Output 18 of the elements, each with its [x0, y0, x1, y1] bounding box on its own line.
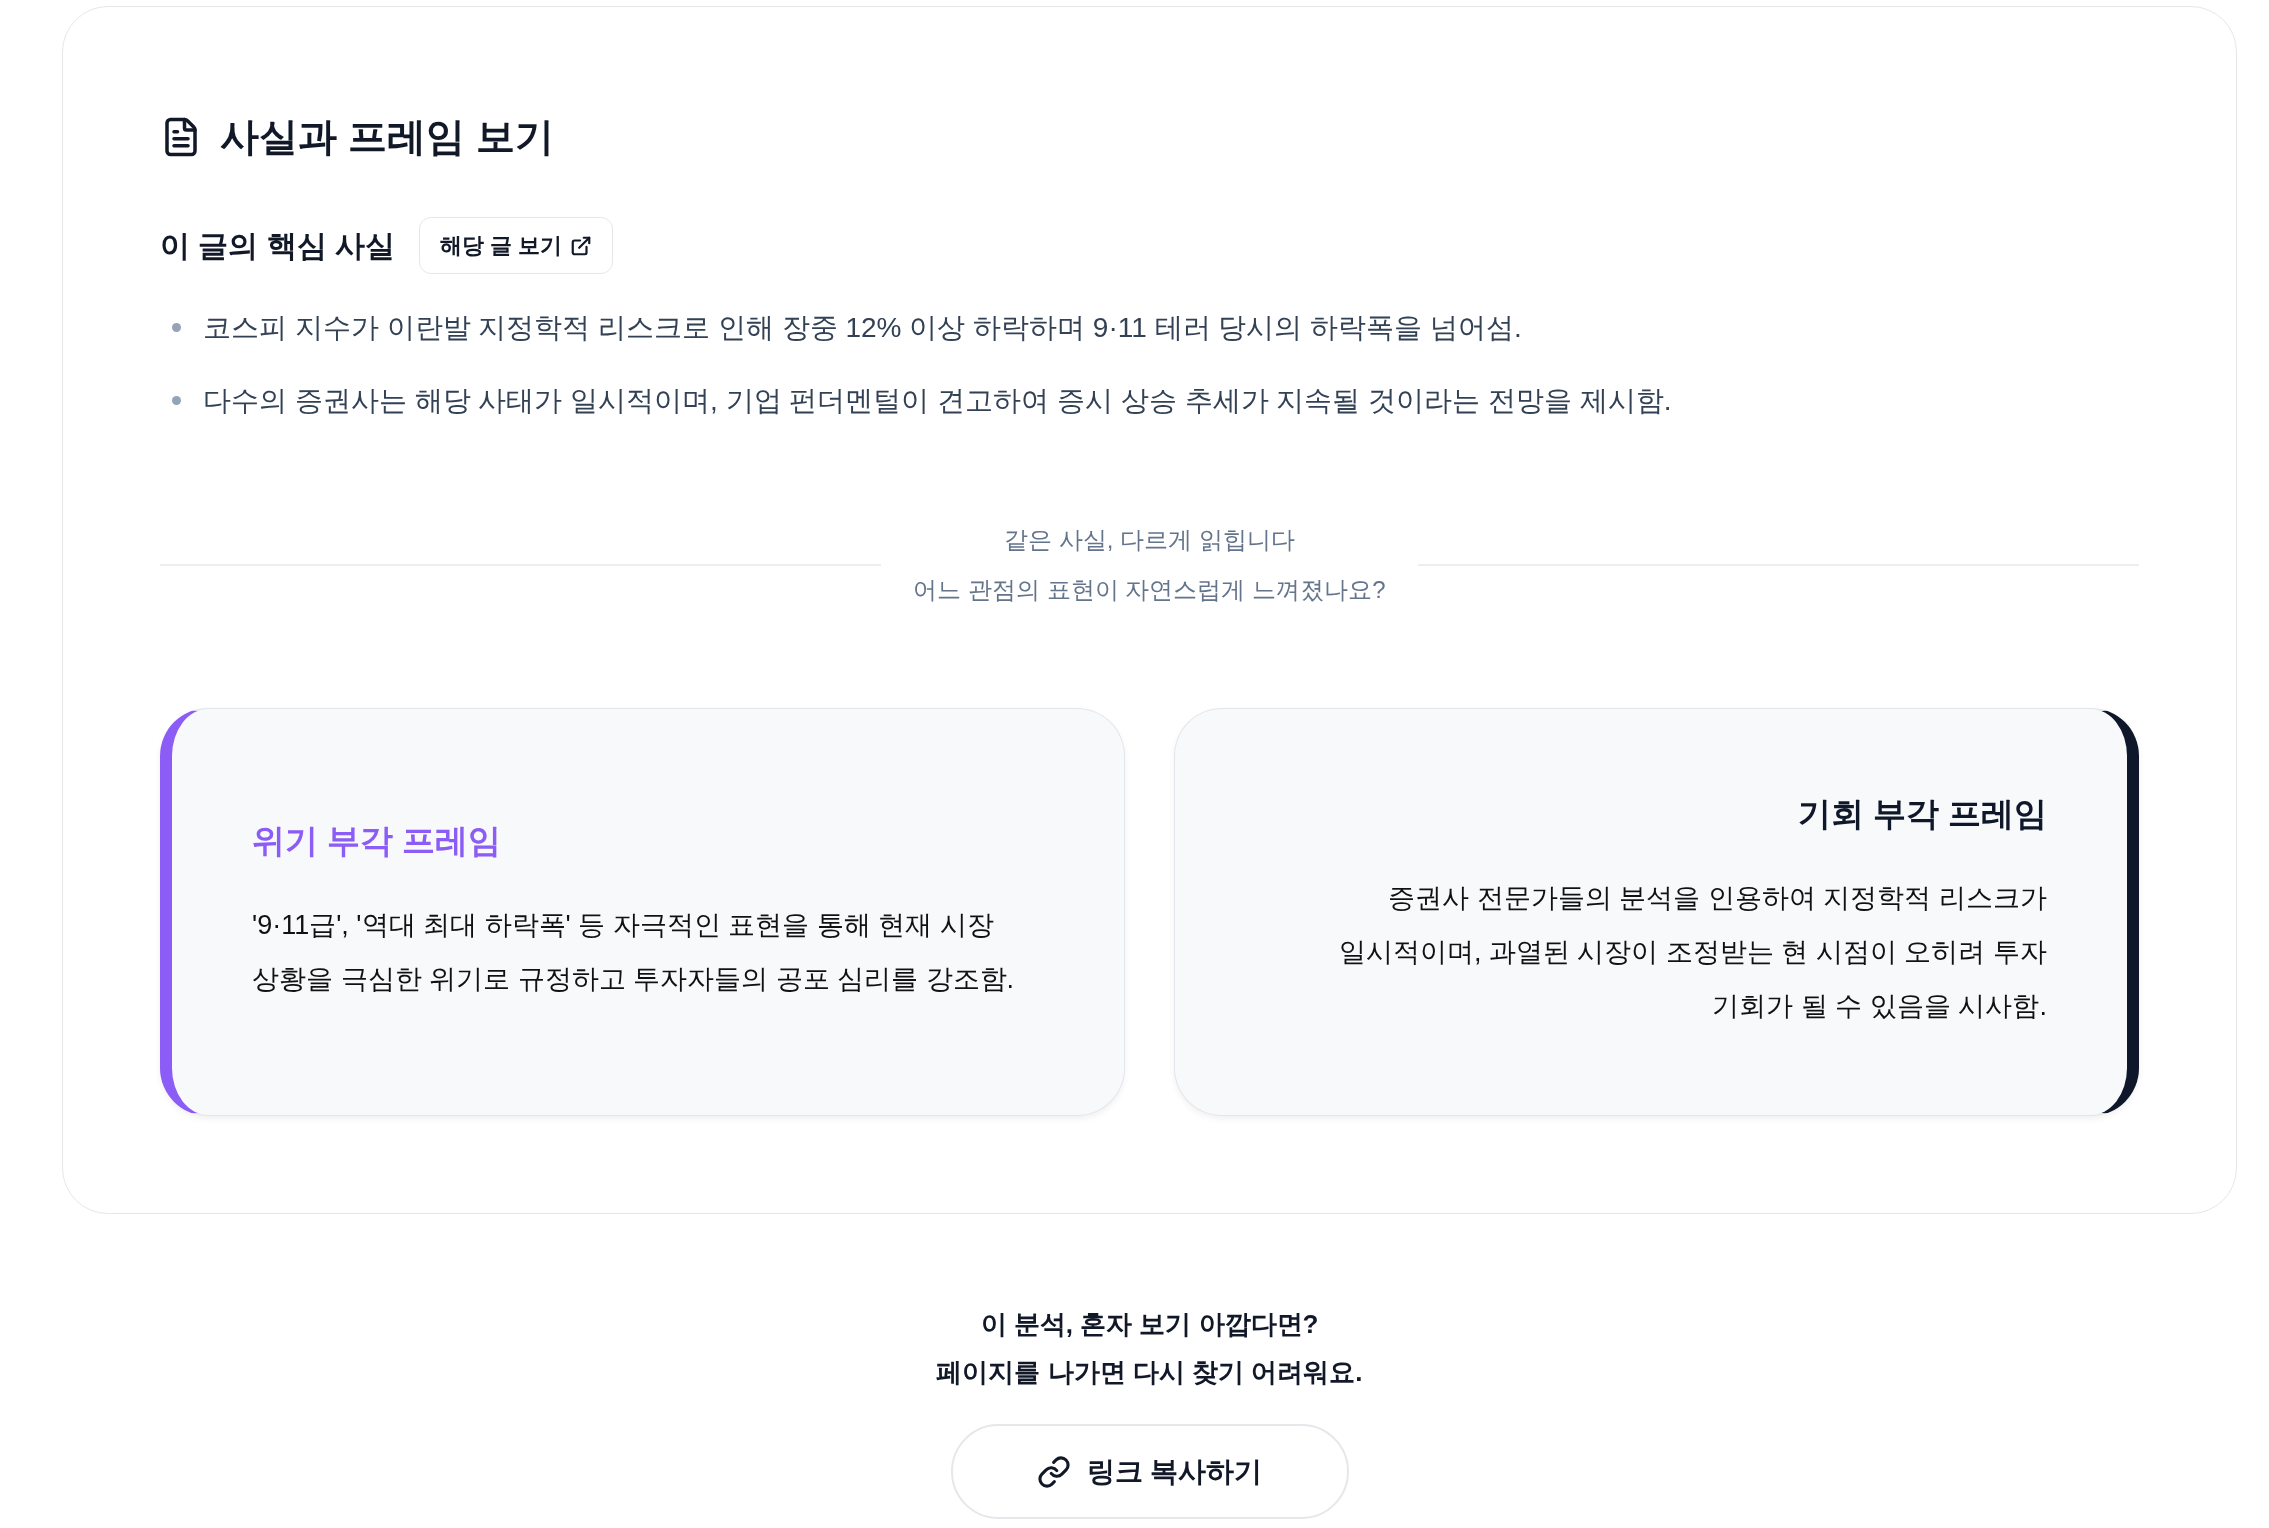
link-icon: [1036, 1454, 1071, 1489]
bullet-icon: [172, 323, 181, 332]
share-prompt: 페이지를 나가면 다시 찾기 어려워요.: [936, 1356, 1363, 1389]
fact-text: 코스피 지수가 이란발 지정학적 리스크로 인해 장중 12% 이상 하락하며 9·11 테러 당시의 하락폭을 넘어섬.: [203, 311, 1522, 345]
frame-description: '9·11급', '역대 최대 하락폭' 등 자극적인 표현을 통해 현재 시장 상황을 극심한 위기로 규정하고 투자자들의 공포 심리를 강조함.: [252, 909, 1015, 996]
fact-text: 다수의 증권사는 해당 사태가 일시적이며, 기업 펀더멘털이 견고하여 증시 상승 추세가 지속될 것이라는 전망을 제시함.: [203, 384, 1672, 418]
copy-link-button[interactable]: 링크 복사하기: [950, 1424, 1349, 1519]
section-title: 사실과 프레임 보기: [220, 114, 554, 160]
frame-title: 위기 부각 프레임: [252, 821, 502, 861]
key-facts-heading: 이 글의 핵심 사실: [160, 228, 395, 264]
divider-caption: 어느 관점의 표현이 자연스럽게 느껴졌나요?: [913, 575, 1386, 605]
bullet-icon: [172, 396, 181, 405]
divider-caption: 같은 사실, 다르게 읽힙니다: [1004, 525, 1295, 555]
frame-title: 기회 부각 프레임: [1797, 794, 2047, 834]
external-link-icon: [570, 234, 593, 257]
view-article-button[interactable]: 해당 글 보기: [419, 217, 614, 274]
frame-description: 증권사 전문가들의 분석을 인용하여 지정학적 리스크가 일시적이며, 과열된 시장이 조정받는 현 시점이 오히려 투자 기회가 될 수 있음을 시사함.: [1338, 882, 2047, 1023]
share-prompt: 이 분석, 혼자 보기 아깝다면?: [980, 1308, 1319, 1341]
